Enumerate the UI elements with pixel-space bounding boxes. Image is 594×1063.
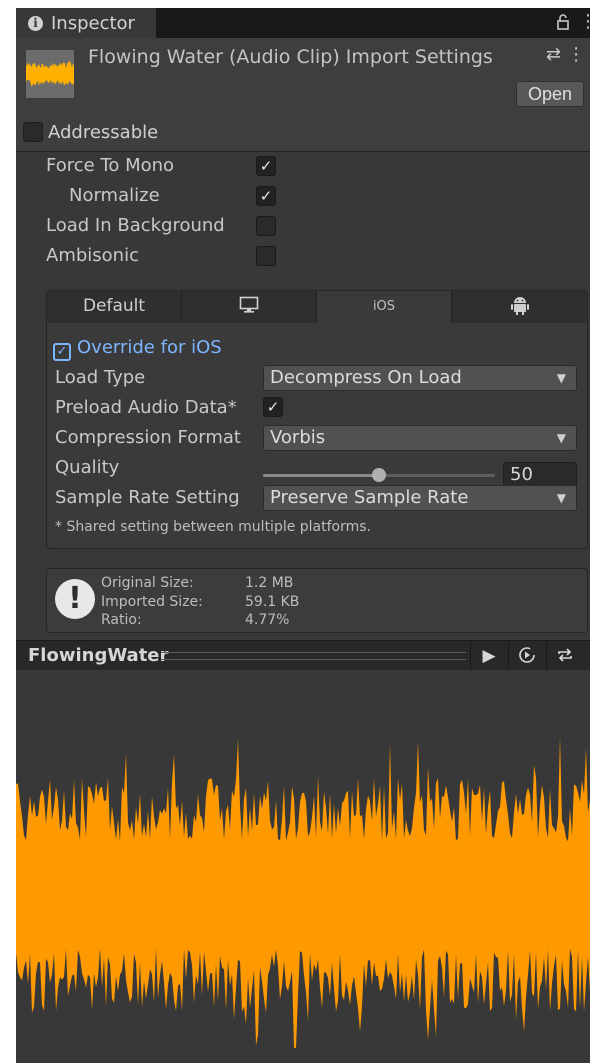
ambisonic-label: Ambisonic [46, 245, 139, 266]
preview-drag-handle[interactable] [161, 652, 466, 660]
tab-inspector-label: Inspector [51, 12, 135, 34]
compression-format-label: Compression Format [55, 427, 241, 448]
tab-android[interactable] [452, 291, 587, 323]
force-to-mono-checkbox[interactable]: ✓ [256, 156, 276, 176]
quality-slider-fill [263, 474, 379, 477]
platform-tabs: Default iOS [47, 291, 587, 323]
info-icon: i [28, 15, 43, 31]
preload-audio-data-checkbox[interactable]: ✓ [263, 397, 283, 417]
android-icon [510, 291, 529, 322]
imported-size-label: Imported Size: [101, 594, 203, 610]
lock-icon[interactable] [556, 14, 570, 34]
waveform [16, 736, 590, 1049]
auto-play-button[interactable] [508, 641, 545, 671]
compression-format-value: Vorbis [270, 427, 326, 448]
quality-label: Quality [55, 457, 120, 478]
preload-audio-data-label: Preload Audio Data* [55, 397, 237, 418]
compression-format-dropdown[interactable]: Vorbis ▼ [263, 425, 577, 451]
shared-setting-note: * Shared setting between multiple platfo… [55, 519, 372, 535]
normalize-label: Normalize [69, 185, 160, 206]
sample-rate-setting-label: Sample Rate Setting [55, 487, 240, 508]
warning-icon: ! [55, 579, 95, 619]
addressable-label: Addressable [48, 122, 159, 143]
size-info-box: ! Original Size: 1.2 MB Imported Size: 5… [46, 568, 588, 633]
load-type-label: Load Type [55, 367, 146, 388]
inspector-window: i Inspector ⋮ Flowing Water (Audio Clip)… [16, 8, 590, 1063]
load-in-background-label: Load In Background [46, 215, 225, 236]
header-icons: ⇄⋮ [546, 44, 590, 65]
preview-toolbar: FlowingWater ▶ [16, 640, 590, 671]
waveform-preview [16, 670, 590, 1063]
imported-size-value: 59.1 KB [245, 594, 300, 610]
load-type-dropdown[interactable]: Decompress On Load ▼ [263, 365, 577, 391]
asset-header: Flowing Water (Audio Clip) Import Settin… [16, 38, 590, 152]
load-in-background-checkbox[interactable] [256, 216, 276, 236]
platform-settings-panel: Default iOS ✓ Override for iOS Load Type … [46, 290, 588, 549]
play-button[interactable]: ▶ [470, 641, 507, 671]
ratio-label: Ratio: [101, 612, 142, 628]
page-title: Flowing Water (Audio Clip) Import Settin… [88, 46, 493, 68]
override-label: Override for iOS [77, 337, 222, 358]
override-checkbox-icon: ✓ [53, 343, 71, 361]
loop-icon [556, 646, 574, 666]
play-icon: ▶ [482, 646, 496, 666]
tab-standalone[interactable] [182, 291, 317, 323]
addressable-checkbox[interactable] [23, 122, 43, 142]
normalize-checkbox[interactable]: ✓ [256, 186, 276, 206]
preview-clip-name: FlowingWater [28, 645, 169, 666]
loop-button[interactable] [546, 641, 583, 671]
force-to-mono-label: Force To Mono [46, 155, 175, 176]
tab-bar: i Inspector ⋮ [16, 8, 590, 38]
sample-rate-setting-value: Preserve Sample Rate [270, 487, 469, 508]
override-for-ios-toggle[interactable]: ✓ Override for iOS [53, 337, 222, 361]
dropdown-arrow-icon: ▼ [556, 371, 566, 385]
original-size-label: Original Size: [101, 575, 194, 591]
tab-ios[interactable]: iOS [317, 291, 452, 323]
window-menu-icon[interactable]: ⋮ [579, 11, 590, 32]
tab-default[interactable]: Default [47, 291, 182, 323]
auto-play-icon [518, 646, 536, 666]
tab-inspector[interactable]: i Inspector [16, 8, 156, 38]
ratio-value: 4.77% [245, 612, 290, 628]
quality-slider-handle[interactable] [372, 468, 386, 482]
dropdown-arrow-icon: ▼ [556, 431, 566, 445]
dropdown-arrow-icon: ▼ [556, 491, 566, 505]
preset-icon[interactable]: ⇄ [546, 44, 567, 65]
original-size-value: 1.2 MB [245, 575, 294, 591]
context-menu-icon[interactable]: ⋮ [567, 44, 590, 65]
monitor-icon [239, 291, 259, 322]
sample-rate-setting-dropdown[interactable]: Preserve Sample Rate ▼ [263, 485, 577, 511]
open-button[interactable]: Open [516, 81, 584, 107]
audio-clip-thumbnail [26, 50, 74, 98]
ambisonic-checkbox[interactable] [256, 246, 276, 266]
load-type-value: Decompress On Load [270, 367, 462, 388]
